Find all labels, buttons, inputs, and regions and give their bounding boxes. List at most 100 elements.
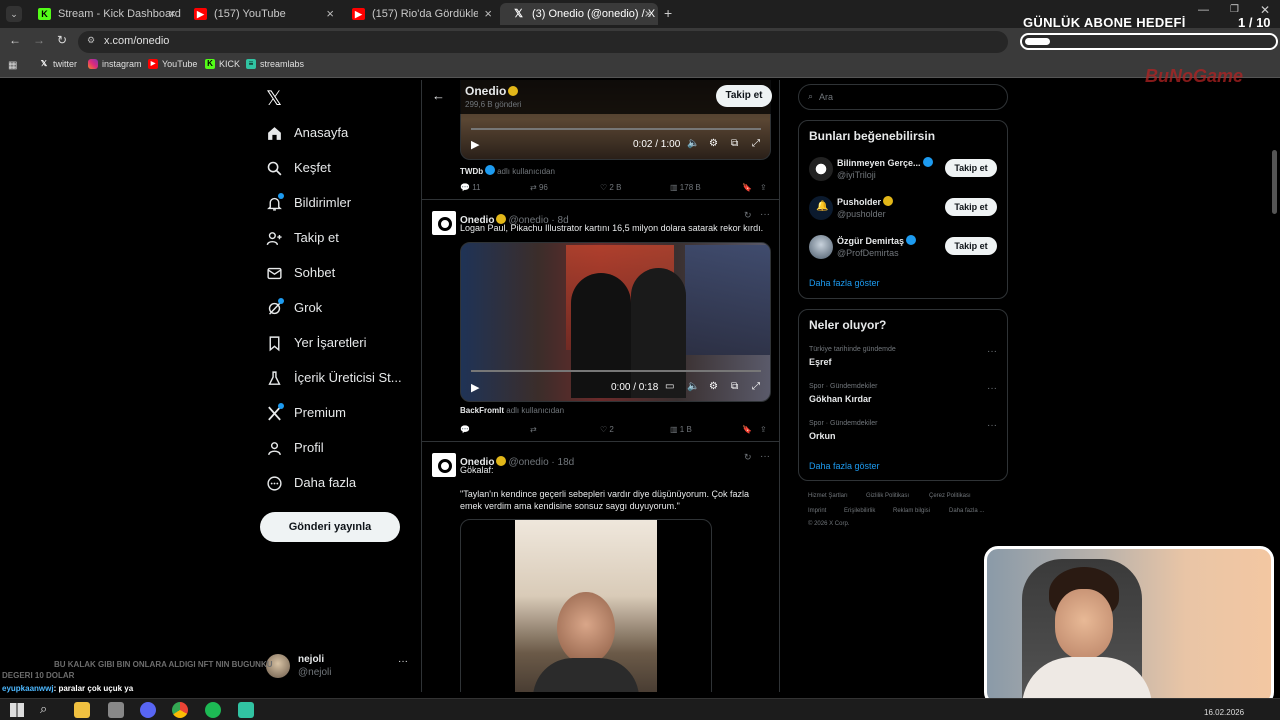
video-progress-track[interactable] xyxy=(471,370,761,372)
tab-kick[interactable]: K Stream - Kick Dashboard × xyxy=(26,3,182,25)
trend-item[interactable]: Spor · Gündemdekiler Orkun ··· xyxy=(799,418,1007,448)
video-player[interactable]: ▶ 0:00 / 0:18 ▭ 🔈 ⚙ ⧉ ⤢ xyxy=(460,242,771,402)
like-button[interactable]: ♡ 2 xyxy=(600,425,614,434)
fullscreen-icon[interactable]: ⤢ xyxy=(752,381,760,392)
chrome-icon[interactable] xyxy=(172,702,188,718)
settings-icon[interactable]: ⚙ xyxy=(709,381,718,392)
footer-link[interactable]: Reklam bilgisi xyxy=(893,508,930,514)
retweet-button[interactable]: ⇄ 96 xyxy=(530,183,548,192)
url-input[interactable]: ⚙ x.com/onedio xyxy=(78,31,1008,53)
bookmark-button[interactable]: 🔖 xyxy=(742,425,752,434)
follow-button[interactable]: Takip et xyxy=(945,159,997,177)
footer-link[interactable]: Gizlilik Politikası xyxy=(866,493,909,499)
nav-creator-studio[interactable]: İçerik Üreticisi St... xyxy=(266,363,402,393)
close-icon[interactable]: × xyxy=(644,6,652,21)
nav-follow[interactable]: Takip et xyxy=(266,223,339,253)
page-scrollbar[interactable] xyxy=(1272,150,1277,214)
pip-icon[interactable]: ⧉ xyxy=(731,381,738,392)
follow-button[interactable]: Takip et xyxy=(716,85,772,107)
trend-item[interactable]: Spor · Gündemdekiler Gökhan Kırdar ··· xyxy=(799,381,1007,411)
views-button[interactable]: ▥ 1 B xyxy=(670,425,692,434)
x-logo-icon[interactable]: 𝕏 xyxy=(266,86,282,111)
nav-grok[interactable]: Grok xyxy=(266,293,322,323)
footer-link[interactable]: Imprint xyxy=(808,508,826,514)
nav-home[interactable]: Anasayfa xyxy=(266,118,348,148)
more-icon[interactable]: ··· xyxy=(760,451,770,462)
close-icon[interactable]: × xyxy=(326,6,334,21)
pip-icon[interactable]: ⧉ xyxy=(731,138,738,149)
volume-icon[interactable]: 🔈 xyxy=(687,381,699,392)
play-icon[interactable]: ▶ xyxy=(471,381,479,394)
bookmark-streamlabs[interactable]: ≡ streamlabs xyxy=(246,59,304,69)
tweet-time[interactable]: 18d xyxy=(558,457,575,468)
show-more-link[interactable]: Daha fazla göster xyxy=(809,278,880,288)
follow-button[interactable]: Takip et xyxy=(945,237,997,255)
tab-x-onedio[interactable]: 𝕏 (3) Onedio (@onedio) / X × xyxy=(500,3,658,25)
spotify-icon[interactable] xyxy=(205,702,221,718)
settings-icon[interactable]: ⚙ xyxy=(709,138,718,149)
follow-button[interactable]: Takip et xyxy=(945,198,997,216)
search-input[interactable]: ⌕ Ara xyxy=(798,84,1008,110)
grok-analyze-icon[interactable]: ↻ xyxy=(744,452,752,463)
tab-search-button[interactable]: ⌄ xyxy=(6,6,22,22)
windows-start-icon[interactable] xyxy=(10,703,24,717)
streamlabs-icon[interactable] xyxy=(238,702,254,718)
nav-premium[interactable]: Premium xyxy=(266,398,346,428)
reply-button[interactable]: 💬 11 xyxy=(460,183,481,192)
footer-link[interactable]: Hizmet Şartları xyxy=(808,493,848,499)
tab-youtube-video[interactable]: ▶ (157) Rio'da Gördüklerime İnan × xyxy=(340,3,498,25)
suggestion-row[interactable]: Özgür Demirtaş @ProfDemirtas Takip et xyxy=(799,233,1007,267)
onedio-avatar[interactable] xyxy=(432,211,456,235)
more-icon[interactable]: ··· xyxy=(398,656,408,667)
footer-link[interactable]: Erişilebilirlik xyxy=(844,508,875,514)
tab-youtube[interactable]: ▶ (157) YouTube × xyxy=(182,3,340,25)
new-tab-button[interactable]: + xyxy=(664,5,672,21)
video-progress-track[interactable] xyxy=(471,128,761,130)
file-explorer-icon[interactable] xyxy=(74,702,90,718)
bookmark-button[interactable]: 🔖 xyxy=(742,183,752,192)
nav-more[interactable]: Daha fazla xyxy=(266,468,356,498)
close-icon[interactable]: × xyxy=(484,6,492,21)
more-icon[interactable]: ··· xyxy=(987,383,997,394)
bookmark-youtube[interactable]: ▶ YouTube xyxy=(148,59,197,69)
nav-bookmarks[interactable]: Yer İşaretleri xyxy=(266,328,367,358)
discord-icon[interactable] xyxy=(140,702,156,718)
nav-notifications[interactable]: Bildirimler xyxy=(266,188,351,218)
account-switcher[interactable]: nejoli @nejoli ··· xyxy=(266,652,416,684)
nav-profile[interactable]: Profil xyxy=(266,433,324,463)
more-icon[interactable]: ··· xyxy=(987,346,997,357)
suggestion-row[interactable]: Bilinmeyen Gerçe... @iyiTriloji Takip et xyxy=(799,155,1007,189)
volume-icon[interactable]: 🔈 xyxy=(687,138,699,149)
play-icon[interactable]: ▶ xyxy=(471,138,479,151)
reload-icon[interactable]: ↻ xyxy=(57,33,67,47)
show-more-link[interactable]: Daha fazla göster xyxy=(809,461,880,471)
captions-icon[interactable]: ▭ xyxy=(665,381,674,392)
nav-chat[interactable]: Sohbet xyxy=(266,258,335,288)
nav-explore[interactable]: Keşfet xyxy=(266,153,331,183)
tweet[interactable]: Onedio @onedio · 18d ↻ ··· Gökalaf: "Tayl… xyxy=(422,443,779,692)
suggestion-row[interactable]: 🔔 Pusholder @pusholder Takip et xyxy=(799,194,1007,228)
site-info-icon[interactable]: ⚙ xyxy=(87,35,95,46)
apps-grid-icon[interactable]: ▦ xyxy=(8,60,17,71)
share-button[interactable]: ⇪ xyxy=(760,425,767,434)
trend-item[interactable]: Türkiye tarihinde gündemde Eşref ··· xyxy=(799,344,1007,374)
post-button[interactable]: Gönderi yayınla xyxy=(260,512,400,542)
footer-link[interactable]: Daha fazla ... xyxy=(949,508,984,514)
tweet[interactable]: Onedio @onedio · 8d ↻ ··· Logan Paul, Pik… xyxy=(422,201,779,442)
views-button[interactable]: ▥ 178 B xyxy=(670,183,701,192)
app-icon[interactable] xyxy=(108,702,124,718)
fullscreen-icon[interactable]: ⤢ xyxy=(752,138,760,149)
back-icon[interactable]: ← xyxy=(9,33,21,47)
onedio-avatar[interactable] xyxy=(432,453,456,477)
forward-icon[interactable]: → xyxy=(33,33,45,47)
grok-analyze-icon[interactable]: ↻ xyxy=(744,210,752,221)
video-player[interactable] xyxy=(460,519,712,692)
like-button[interactable]: ♡ 2 B xyxy=(600,183,621,192)
share-button[interactable]: ⇪ xyxy=(760,183,767,192)
bookmark-twitter[interactable]: 𝕏 twitter xyxy=(39,59,77,69)
back-arrow-icon[interactable]: ← xyxy=(432,88,445,103)
tweet-handle[interactable]: @onedio xyxy=(508,457,548,468)
more-icon[interactable]: ··· xyxy=(760,209,770,220)
more-icon[interactable]: ··· xyxy=(987,420,997,431)
retweet-button[interactable]: ⇄ xyxy=(530,425,537,434)
